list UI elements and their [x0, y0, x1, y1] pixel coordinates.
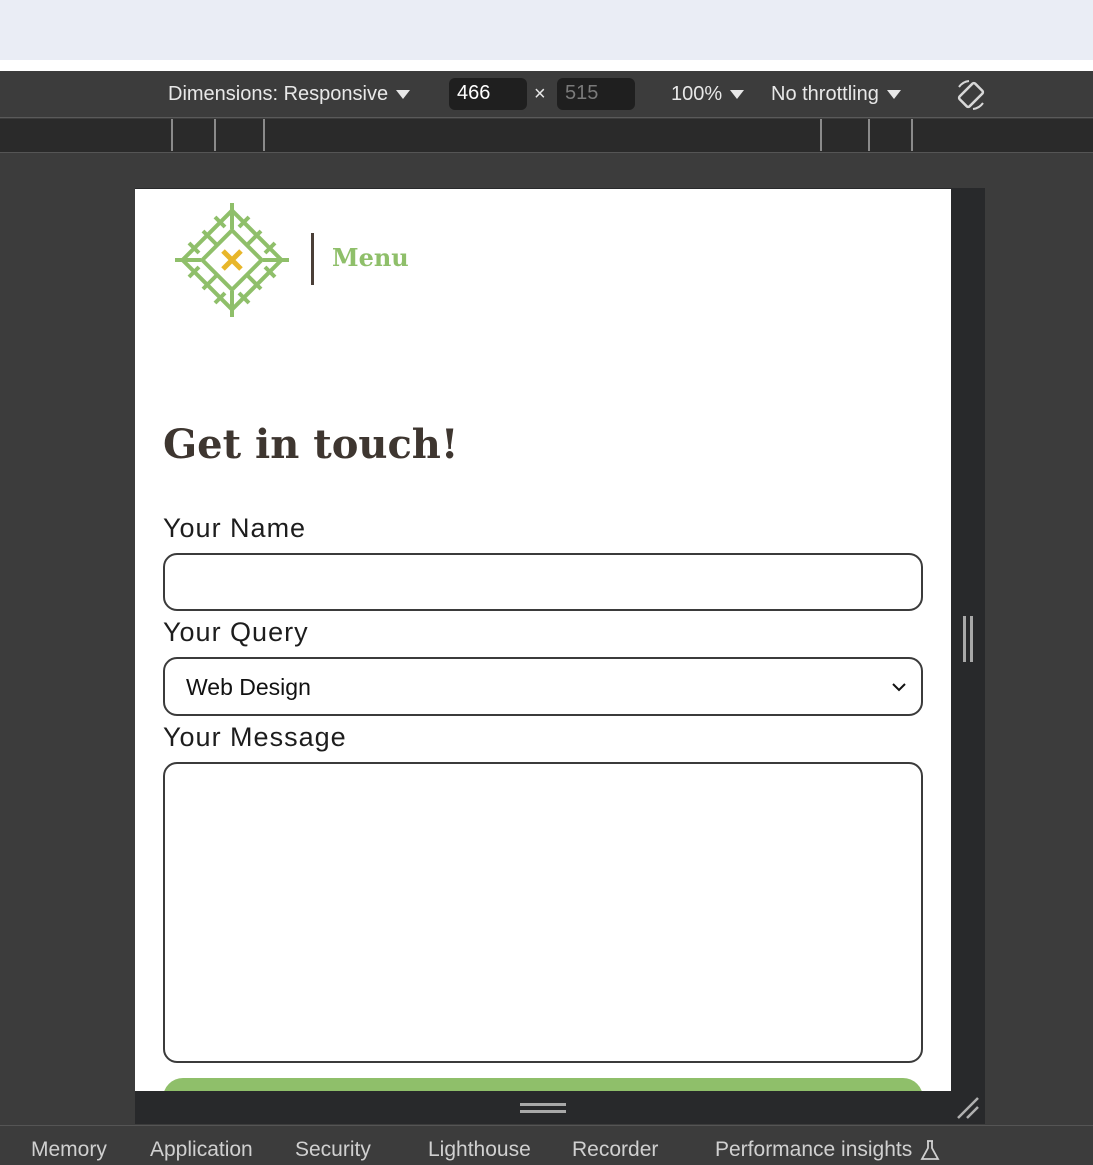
- caret-down-icon: [730, 90, 745, 99]
- media-query-bar: [0, 119, 1093, 153]
- zoom-dropdown[interactable]: 100%: [671, 83, 745, 106]
- chevron-down-icon: [892, 683, 906, 692]
- resize-handle-corner[interactable]: [955, 1095, 981, 1121]
- media-query-marker[interactable]: [263, 119, 265, 151]
- menu-button[interactable]: Menu: [332, 243, 409, 272]
- caret-down-icon: [396, 90, 411, 99]
- query-selected-value: Web Design: [186, 674, 311, 700]
- width-input[interactable]: 466: [449, 78, 527, 110]
- height-input[interactable]: 515: [557, 78, 635, 110]
- resize-handle-right[interactable]: [962, 616, 974, 662]
- page-title: Get in touch!: [163, 421, 459, 468]
- device-toolbar: Dimensions: Responsive 466 × 515 100% No…: [0, 71, 1093, 118]
- query-label: Your Query: [163, 617, 309, 647]
- tab-lighthouse[interactable]: Lighthouse: [428, 1138, 531, 1162]
- media-query-marker[interactable]: [171, 119, 173, 151]
- throttling-label: No throttling: [771, 83, 879, 105]
- submit-button[interactable]: [163, 1078, 923, 1091]
- media-query-marker[interactable]: [911, 119, 913, 151]
- dimensions-dropdown[interactable]: Dimensions: Responsive: [168, 83, 411, 106]
- tab-application[interactable]: Application: [150, 1138, 253, 1162]
- name-input[interactable]: [163, 553, 923, 611]
- menu-divider: [311, 233, 314, 285]
- resize-handle-bottom[interactable]: [520, 1102, 566, 1114]
- media-query-marker[interactable]: [868, 119, 870, 151]
- tab-performance-insights[interactable]: Performance insights: [715, 1138, 940, 1162]
- divider: [0, 60, 1093, 71]
- tab-memory[interactable]: Memory: [31, 1138, 107, 1162]
- message-textarea[interactable]: [163, 762, 923, 1063]
- site-logo[interactable]: [171, 199, 293, 321]
- throttling-dropdown[interactable]: No throttling: [771, 83, 901, 106]
- tab-performance-insights-label: Performance insights: [715, 1138, 913, 1161]
- media-query-marker[interactable]: [214, 119, 216, 151]
- zoom-label: 100%: [671, 83, 723, 105]
- dimensions-label: Dimensions: Responsive: [168, 83, 389, 105]
- tab-recorder[interactable]: Recorder: [572, 1138, 658, 1162]
- emulated-page: Menu Get in touch! Your Name Your Query …: [135, 189, 951, 1091]
- browser-chrome-strip: [0, 0, 1093, 60]
- times-symbol: ×: [534, 83, 546, 105]
- message-label: Your Message: [163, 722, 347, 752]
- flask-icon: [920, 1140, 940, 1160]
- rotate-icon[interactable]: [954, 78, 988, 112]
- tab-security[interactable]: Security: [295, 1138, 371, 1162]
- media-query-marker[interactable]: [820, 119, 822, 151]
- caret-down-icon: [886, 90, 901, 99]
- query-select[interactable]: Web Design: [163, 657, 923, 716]
- name-label: Your Name: [163, 513, 307, 543]
- devtools-drawer-tabs: Memory Application Security Lighthouse R…: [0, 1125, 1093, 1165]
